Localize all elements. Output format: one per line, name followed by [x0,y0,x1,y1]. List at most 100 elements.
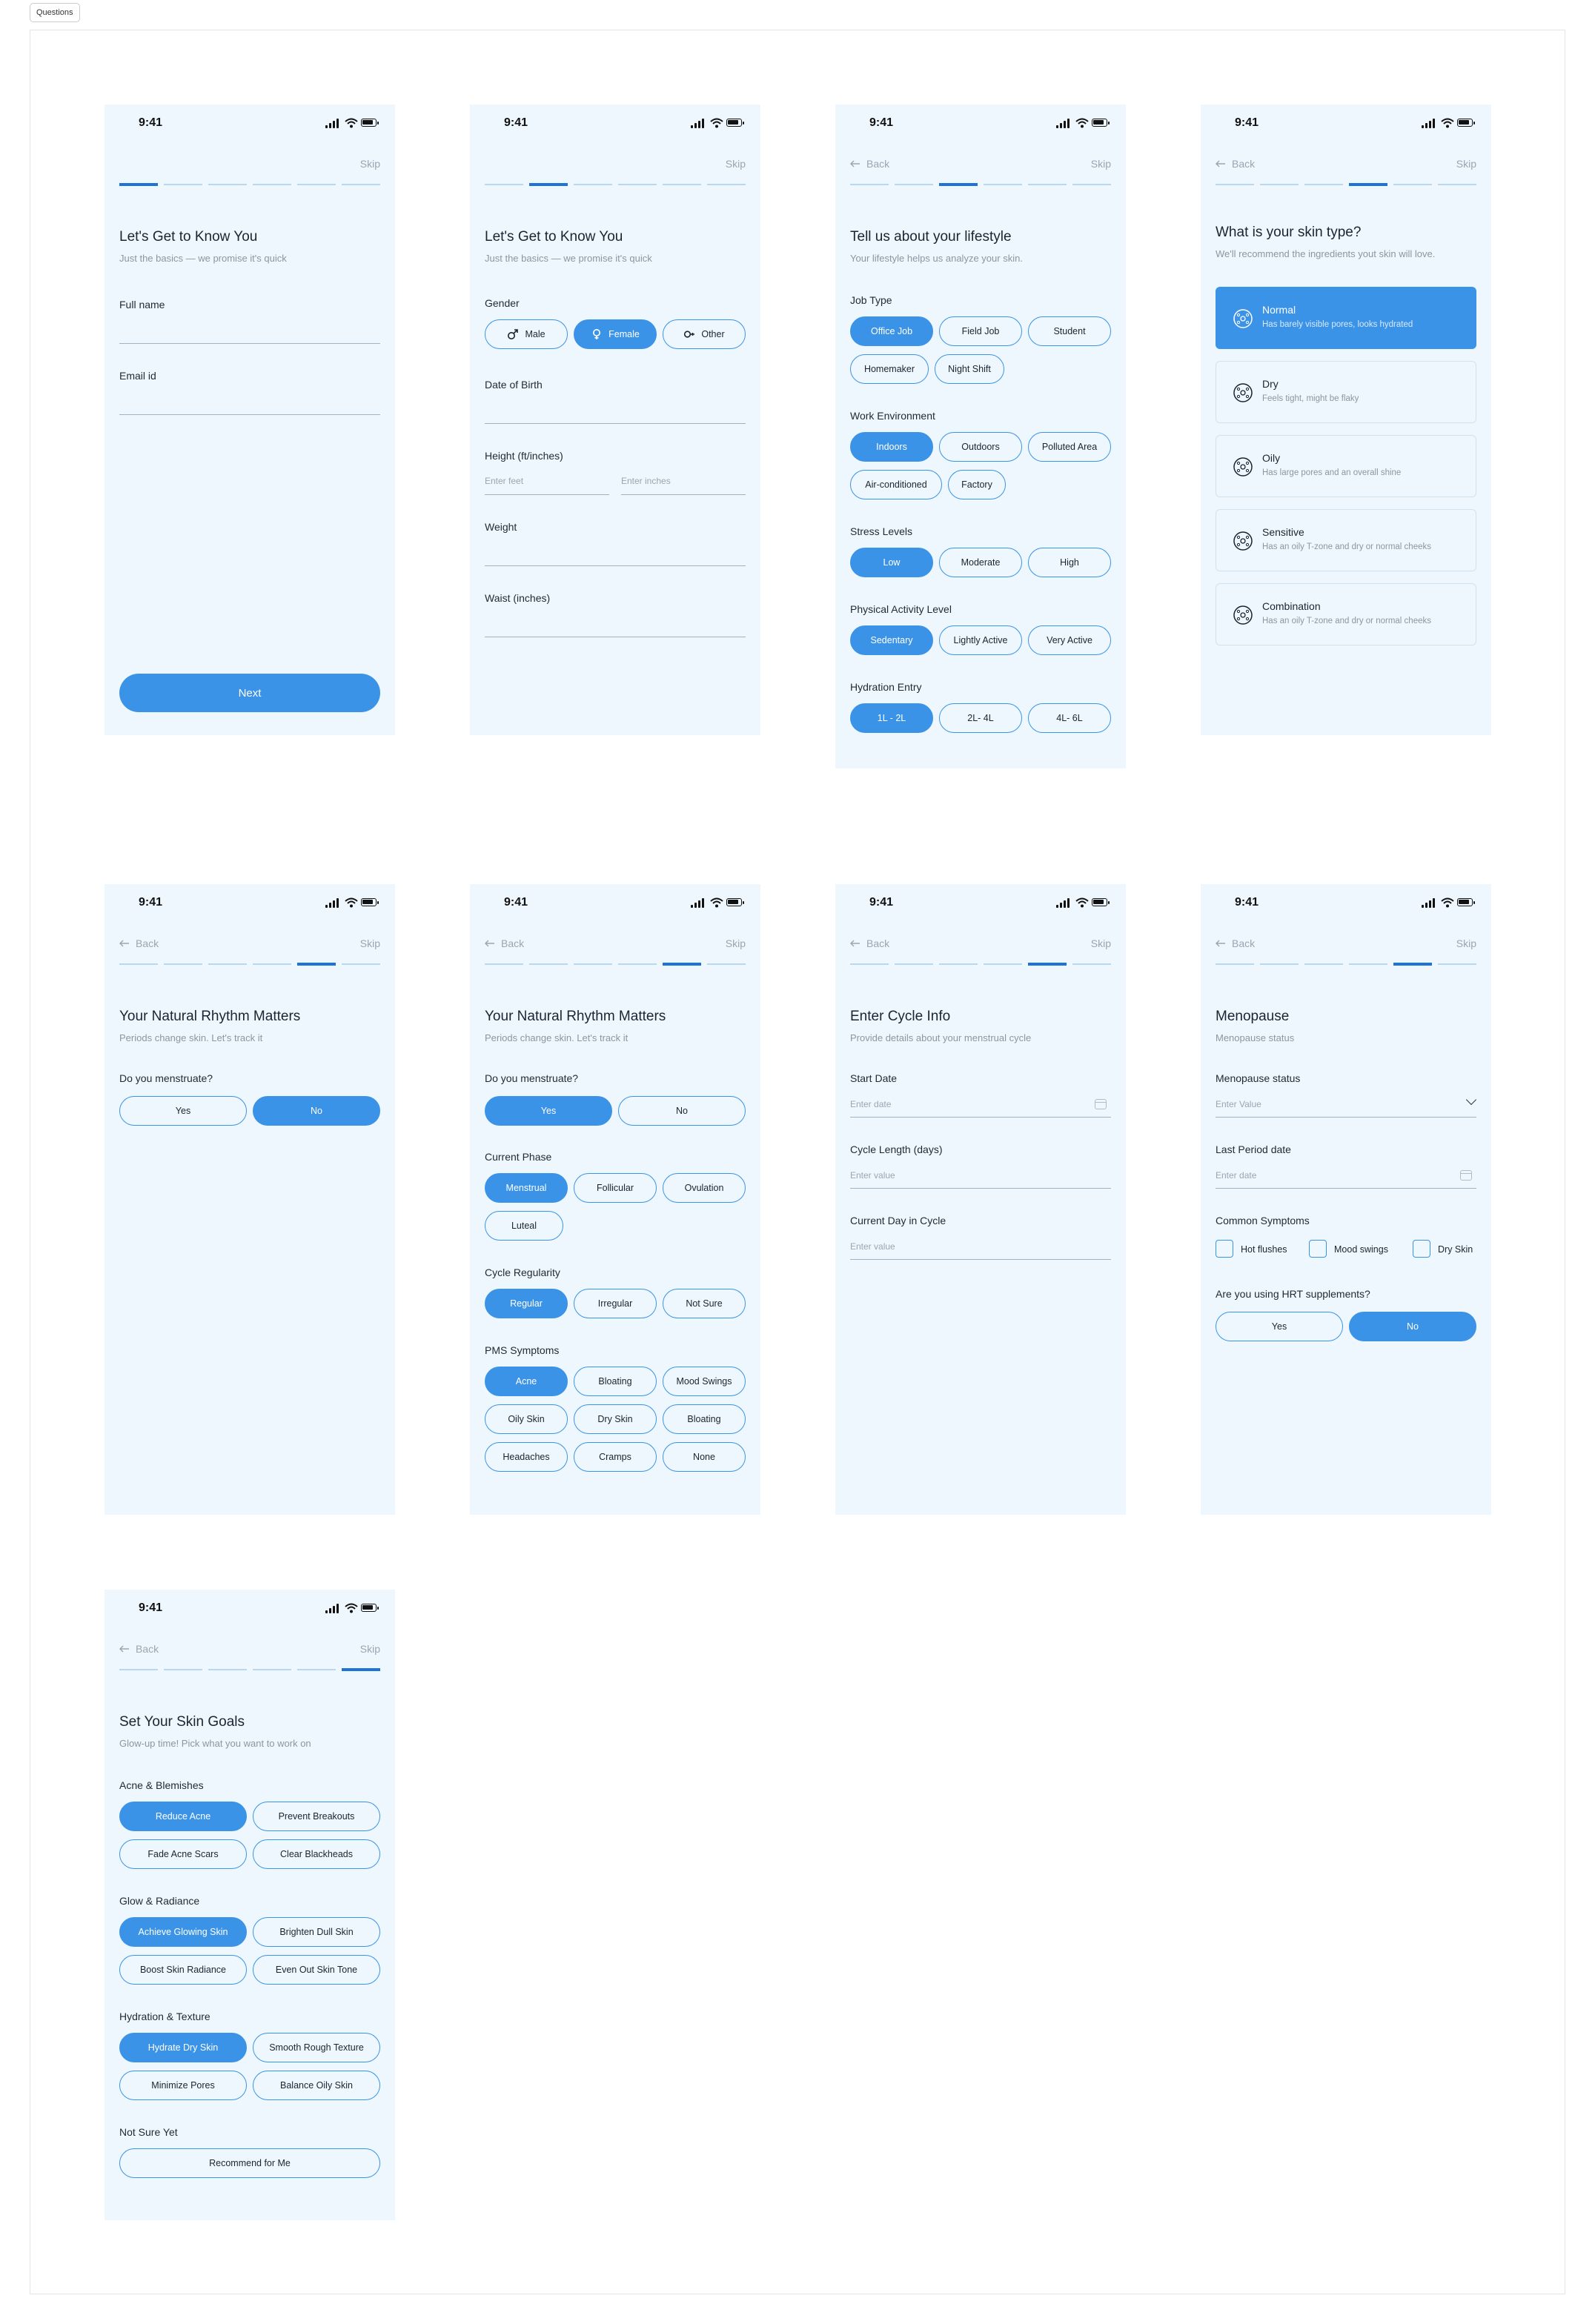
last-period-field[interactable] [1216,1188,1476,1189]
goal-balance-oily-chip[interactable]: Balance Oily Skin [253,2071,380,2100]
menstruate-yes-button[interactable]: Yes [119,1096,247,1126]
regularity-not-sure-chip[interactable]: Not Sure [663,1289,746,1318]
activity-very-chip[interactable]: Very Active [1028,625,1111,655]
back-button[interactable]: Back [850,158,889,170]
menstruate-no-button[interactable]: No [253,1096,380,1126]
phase-menstrual-chip[interactable]: Menstrual [485,1173,568,1203]
hot-flushes-checkbox[interactable] [1216,1240,1233,1258]
pms-acne-chip[interactable]: Acne [485,1367,568,1396]
skip-link[interactable]: Skip [1456,937,1476,949]
pms-bloating-chip[interactable]: Bloating [663,1404,746,1434]
menopause-status-select[interactable] [1216,1117,1476,1118]
inches-input[interactable] [621,494,746,495]
activity-lightly-chip[interactable]: Lightly Active [939,625,1022,655]
current-day-field[interactable] [850,1259,1111,1260]
skin-type-option[interactable]: Oily Has large pores and an overall shin… [1216,435,1476,497]
job-office-chip[interactable]: Office Job [850,316,933,346]
dry-skin-checkbox[interactable] [1413,1240,1430,1258]
work-aircon-chip[interactable]: Air-conditioned [850,470,942,499]
goal-fade-scars-chip[interactable]: Fade Acne Scars [119,1839,247,1869]
cycle-length-field[interactable] [850,1188,1111,1189]
pms-mood-swings-chip[interactable]: Mood Swings [663,1367,746,1396]
goal-minimize-pores-chip[interactable]: Minimize Pores [119,2071,247,2100]
mood-swings-checkbox[interactable] [1309,1240,1327,1258]
back-button[interactable]: Back [119,1643,159,1655]
pms-oily-skin-chip[interactable]: Oily Skin [485,1404,568,1434]
skin-type-option[interactable]: Dry Feels tight, might be flaky [1216,361,1476,423]
glow-section-label: Glow & Radiance [119,1895,200,1907]
back-button[interactable]: Back [119,937,159,949]
recommend-button[interactable]: Recommend for Me [119,2148,380,2178]
goal-reduce-acne-chip[interactable]: Reduce Acne [119,1802,247,1831]
skin-type-description: Has an oily T-zone and dry or normal che… [1262,542,1431,551]
hydration-2-4l-chip[interactable]: 2L- 4L [939,703,1022,733]
skip-link[interactable]: Skip [1091,937,1111,949]
work-polluted-chip[interactable]: Polluted Area [1028,432,1111,462]
calendar-icon[interactable] [1095,1099,1107,1109]
skin-type-option[interactable]: Normal Has barely visible pores, looks h… [1216,287,1476,349]
feet-input[interactable] [485,494,609,495]
pms-dry-skin-chip[interactable]: Dry Skin [574,1404,657,1434]
menstruate-no-button[interactable]: No [618,1096,746,1126]
skin-type-option[interactable]: Combination Has an oily T-zone and dry o… [1216,583,1476,645]
work-outdoors-chip[interactable]: Outdoors [939,432,1022,462]
goal-even-tone-chip[interactable]: Even Out Skin Tone [253,1955,380,1985]
gender-male-chip[interactable]: Male [485,319,568,349]
skip-link[interactable]: Skip [1091,158,1111,170]
work-indoors-chip[interactable]: Indoors [850,432,933,462]
start-date-field[interactable] [850,1117,1111,1118]
skip-link[interactable]: Skip [360,1643,380,1655]
hrt-yes-button[interactable]: Yes [1216,1312,1343,1341]
hydration-1-2l-chip[interactable]: 1L - 2L [850,703,933,733]
email-field[interactable] [119,414,380,415]
pms-cramps-chip[interactable]: Cramps [574,1442,657,1472]
job-student-chip[interactable]: Student [1028,316,1111,346]
dob-field[interactable] [485,423,746,424]
skip-link[interactable]: Skip [360,937,380,949]
menstruate-yes-button[interactable]: Yes [485,1096,612,1126]
phase-follicular-chip[interactable]: Follicular [574,1173,657,1203]
pms-headaches-chip[interactable]: Headaches [485,1442,568,1472]
goal-brighten-chip[interactable]: Brighten Dull Skin [253,1917,380,1947]
skip-link[interactable]: Skip [726,937,746,949]
calendar-icon[interactable] [1460,1170,1472,1181]
job-homemaker-chip[interactable]: Homemaker [850,354,929,384]
stress-high-chip[interactable]: High [1028,548,1111,577]
hydration-4-6l-chip[interactable]: 4L- 6L [1028,703,1111,733]
pms-bloating-chip[interactable]: Bloating [574,1367,657,1396]
goal-clear-blackheads-chip[interactable]: Clear Blackheads [253,1839,380,1869]
goal-prevent-breakouts-chip[interactable]: Prevent Breakouts [253,1802,380,1831]
weight-field[interactable] [485,565,746,566]
skin-type-option[interactable]: Sensitive Has an oily T-zone and dry or … [1216,509,1476,571]
full-name-field[interactable] [119,343,380,344]
regularity-regular-chip[interactable]: Regular [485,1289,568,1318]
phase-ovulation-chip[interactable]: Ovulation [663,1173,746,1203]
regularity-irregular-chip[interactable]: Irregular [574,1289,657,1318]
activity-sedentary-chip[interactable]: Sedentary [850,625,933,655]
pms-none-chip[interactable]: None [663,1442,746,1472]
back-button[interactable]: Back [1216,937,1255,949]
goal-boost-radiance-chip[interactable]: Boost Skin Radiance [119,1955,247,1985]
gender-other-chip[interactable]: Other [663,319,746,349]
phase-luteal-chip[interactable]: Luteal [485,1211,563,1241]
stress-low-chip[interactable]: Low [850,548,933,577]
skip-link[interactable]: Skip [726,158,746,170]
stress-moderate-chip[interactable]: Moderate [939,548,1022,577]
work-factory-chip[interactable]: Factory [948,470,1006,499]
next-button[interactable]: Next [119,674,380,712]
hrt-no-button[interactable]: No [1349,1312,1476,1341]
goal-hydrate-chip[interactable]: Hydrate Dry Skin [119,2033,247,2062]
gender-female-chip[interactable]: Female [574,319,657,349]
back-button[interactable]: Back [850,937,889,949]
chevron-down-icon[interactable] [1465,1094,1477,1106]
skip-link[interactable]: Skip [1456,158,1476,170]
goal-smooth-texture-chip[interactable]: Smooth Rough Texture [253,2033,380,2062]
skip-link[interactable]: Skip [360,158,380,170]
hrt-question: Are you using HRT supplements? [1216,1288,1370,1300]
back-button[interactable]: Back [485,937,524,949]
goal-glowing-skin-chip[interactable]: Achieve Glowing Skin [119,1917,247,1947]
job-night-shift-chip[interactable]: Night Shift [935,354,1004,384]
job-field-chip[interactable]: Field Job [939,316,1022,346]
work-environment-label: Work Environment [850,410,935,422]
back-button[interactable]: Back [1216,158,1255,170]
